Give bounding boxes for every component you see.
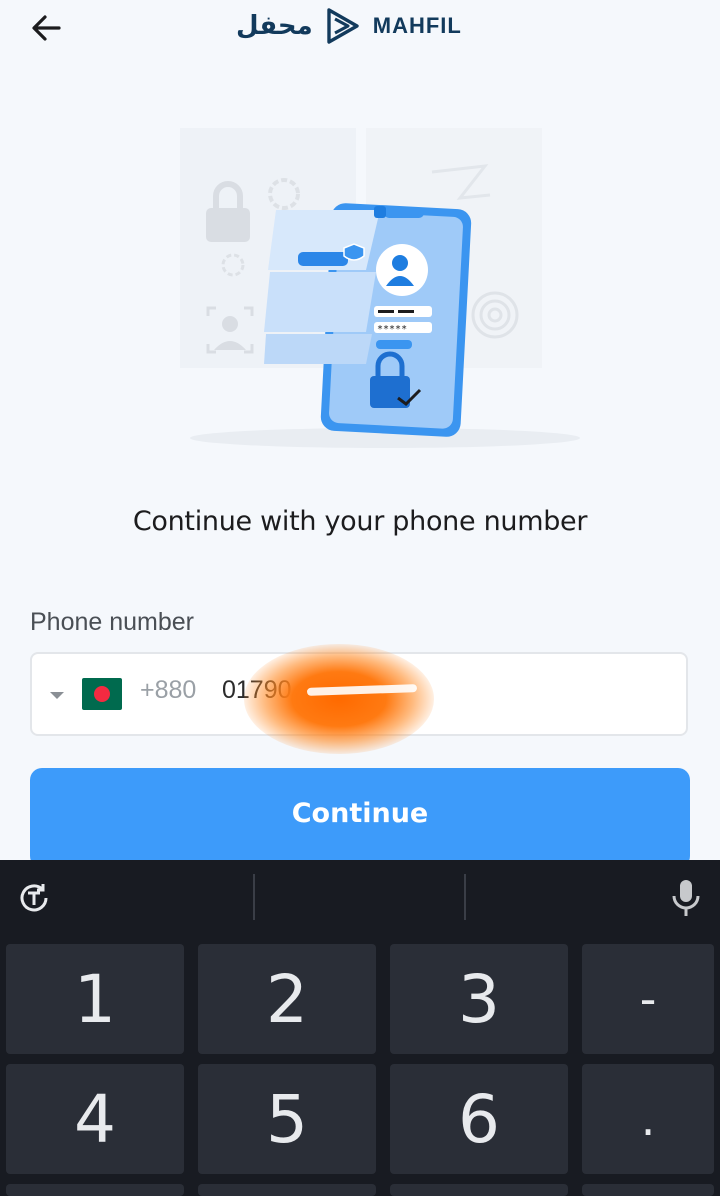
redaction-scribble bbox=[244, 644, 434, 754]
play-triangle-logo-icon bbox=[327, 8, 359, 44]
key-minus[interactable]: - bbox=[582, 944, 714, 1054]
back-button[interactable] bbox=[26, 8, 66, 48]
key-4[interactable]: 4 bbox=[6, 1064, 184, 1174]
key-row-partial[interactable] bbox=[198, 1184, 376, 1196]
translate-t-icon[interactable] bbox=[14, 878, 54, 918]
key-row-partial[interactable] bbox=[582, 1184, 714, 1196]
microphone-icon[interactable] bbox=[666, 878, 706, 918]
phone-number-field[interactable]: +880 01790 bbox=[30, 644, 688, 754]
continue-button[interactable]: Continue bbox=[30, 768, 690, 868]
screen: محفل MAHFIL ***** Continue with your pho… bbox=[0, 0, 720, 1196]
password-mask-text: ***** bbox=[377, 324, 407, 335]
bangladesh-flag-icon[interactable] bbox=[82, 678, 122, 710]
key-row-partial[interactable] bbox=[6, 1184, 184, 1196]
numeric-keyboard: 1 2 3 - 4 5 6 . bbox=[0, 860, 720, 1196]
mahfil-logo: محفل MAHFIL bbox=[236, 6, 462, 46]
logo-latin-text: MAHFIL bbox=[372, 13, 462, 38]
key-period[interactable]: . bbox=[582, 1064, 714, 1174]
key-6[interactable]: 6 bbox=[390, 1064, 568, 1174]
arrow-left-icon bbox=[32, 15, 61, 41]
toolbar-divider bbox=[253, 874, 255, 920]
keyboard-toolbar bbox=[0, 860, 720, 936]
phone-login-security-illustration: ***** bbox=[180, 128, 580, 448]
app-header: محفل MAHFIL bbox=[0, 0, 720, 56]
page-title: Continue with your phone number bbox=[132, 506, 588, 537]
flag-red-disc bbox=[94, 686, 110, 702]
key-row-partial[interactable] bbox=[390, 1184, 568, 1196]
key-3[interactable]: 3 bbox=[390, 944, 568, 1054]
phone-number-label: Phone number bbox=[30, 608, 195, 636]
key-2[interactable]: 2 bbox=[198, 944, 376, 1054]
toolbar-divider bbox=[464, 874, 466, 920]
dial-code: +880 bbox=[140, 676, 197, 704]
key-1[interactable]: 1 bbox=[6, 944, 184, 1054]
country-dropdown-caret-icon[interactable] bbox=[50, 692, 64, 699]
key-5[interactable]: 5 bbox=[198, 1064, 376, 1174]
logo-arabic-text: محفل bbox=[236, 11, 313, 41]
